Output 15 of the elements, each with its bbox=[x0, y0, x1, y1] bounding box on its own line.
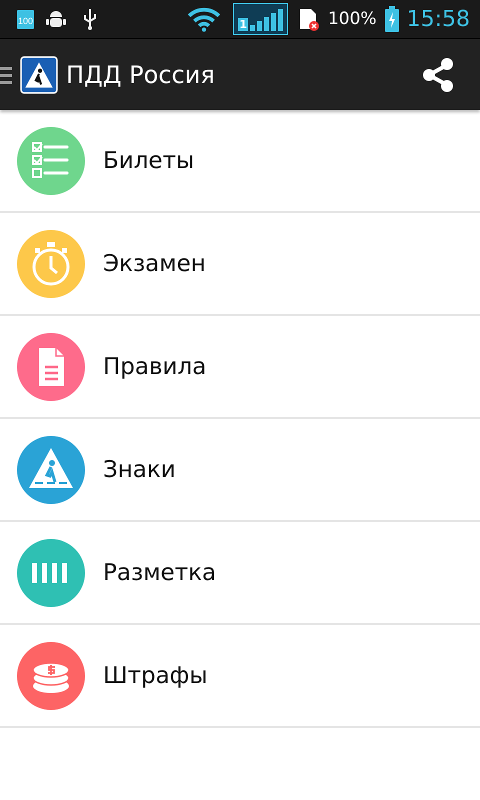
clock: 15:58 bbox=[406, 6, 470, 32]
crosswalk-sign-icon[interactable] bbox=[20, 56, 58, 94]
battery-charging-icon bbox=[384, 6, 399, 32]
battery-icon: 100 bbox=[17, 10, 34, 28]
wifi-icon bbox=[187, 6, 222, 32]
menu-item[interactable]: Билеты bbox=[0, 110, 480, 213]
menu-item[interactable]: Правила bbox=[0, 316, 480, 419]
battery-percent: 100% bbox=[328, 9, 377, 29]
menu-item[interactable]: Штрафы bbox=[0, 625, 480, 728]
menu-item[interactable]: Экзамен bbox=[0, 213, 480, 316]
menu-item[interactable]: Знаки bbox=[0, 419, 480, 522]
share-icon[interactable] bbox=[420, 56, 456, 92]
signal-icon: 1 bbox=[233, 3, 288, 35]
menu-item[interactable]: Разметка bbox=[0, 522, 480, 625]
app-title: ПДД Россия bbox=[66, 60, 215, 88]
